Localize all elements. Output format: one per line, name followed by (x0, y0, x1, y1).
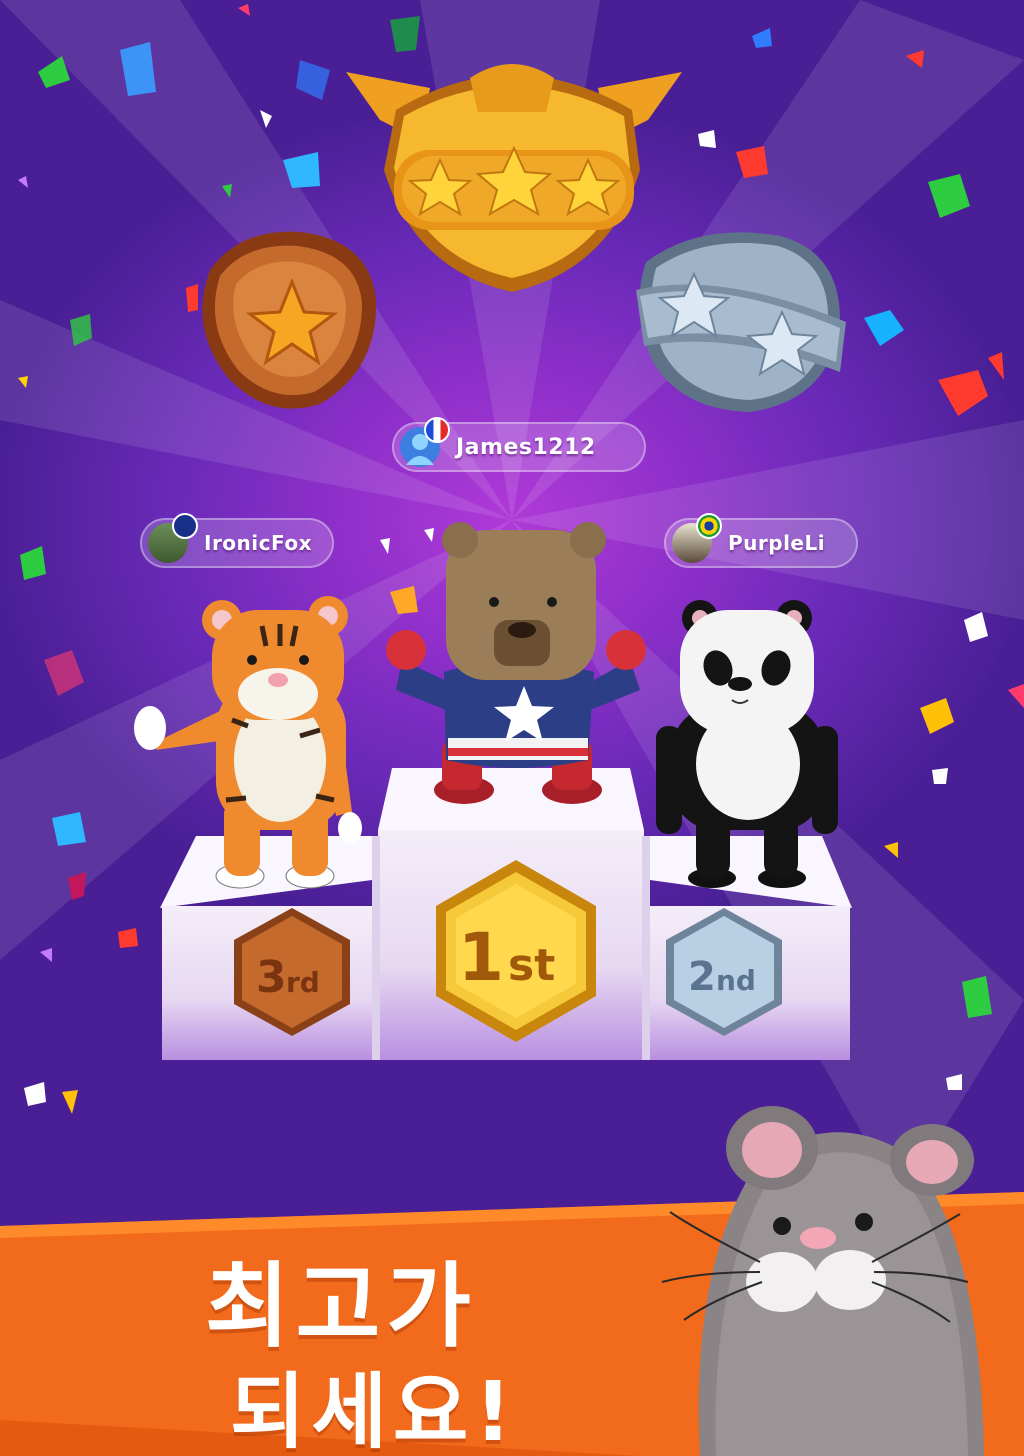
game-screen: James1212 IronicFox PurpleLi 3 rd 1 st 2… (0, 0, 1024, 1456)
mouse-icon (661, 1106, 984, 1456)
